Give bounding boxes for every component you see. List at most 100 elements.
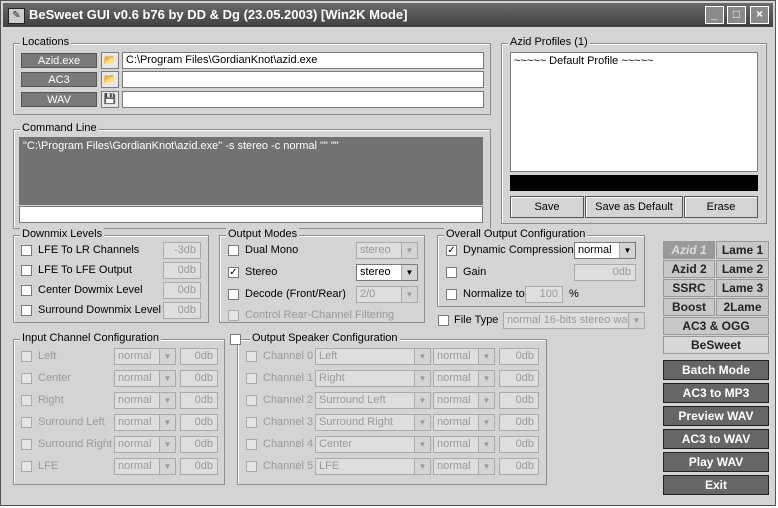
surround-downmix-checkbox[interactable] [21,305,32,316]
profiles-list[interactable]: ~~~~~ Default Profile ~~~~~ [510,52,758,172]
ac3-to-mp3-button[interactable]: AC3 to MP3 [663,383,769,403]
azid-exe-path[interactable]: C:\Program Files\GordianKnot\azid.exe [122,52,484,69]
input-channel-db-value[interactable]: 0db [180,436,218,453]
input-channel-db-value[interactable]: 0db [180,348,218,365]
batch-mode-button[interactable]: Batch Mode [663,360,769,380]
input-channel-checkbox[interactable] [21,439,32,450]
ac3-to-wav-button[interactable]: AC3 to WAV [663,429,769,449]
save-disk-icon[interactable]: 💾 [101,91,119,108]
close-button[interactable]: × [750,6,769,24]
normalize-checkbox[interactable] [446,289,457,300]
output-channel-checkbox[interactable] [246,351,257,362]
tab-lame-3[interactable]: Lame 3 [716,279,769,297]
output-mode-select[interactable]: normal ▼ [433,392,495,409]
output-channel-checkbox[interactable] [246,439,257,450]
output-db-value[interactable]: 0db [499,392,539,409]
tab-2lame[interactable]: 2Lame [716,298,769,316]
output-speaker-select[interactable]: Left ▼ [315,348,431,365]
stereo-checkbox[interactable]: ✓ [228,267,239,278]
output-mode-select[interactable]: normal ▼ [433,458,495,475]
dual-mono-select[interactable]: stereo ▼ [356,242,418,259]
tab-besweet[interactable]: BeSweet [663,336,769,354]
open-folder-icon[interactable]: 📂 [101,71,119,88]
output-mode-select[interactable]: normal ▼ [433,414,495,431]
gain-value[interactable]: 0db [574,264,636,281]
output-db-value[interactable]: 0db [499,370,539,387]
lfe-to-lr-checkbox[interactable] [21,245,32,256]
tab-azid-1[interactable]: Azid 1 [663,241,715,259]
input-channel-mode-select[interactable]: normal ▼ [114,392,176,409]
output-channel-checkbox[interactable] [246,417,257,428]
command-line-input[interactable] [19,206,483,223]
lfe-to-lfe-checkbox[interactable] [21,265,32,276]
input-channel-mode-select[interactable]: normal ▼ [114,458,176,475]
output-mode-select[interactable]: normal ▼ [433,370,495,387]
profile-name-field[interactable] [510,175,758,191]
tab-lame-2[interactable]: Lame 2 [716,260,769,278]
output-speaker-checkbox[interactable] [230,334,241,345]
input-channel-checkbox[interactable] [21,417,32,428]
output-db-value[interactable]: 0db [499,348,539,365]
file-type-select[interactable]: normal 16-bits stereo wav ▼ [503,312,645,329]
stereo-select[interactable]: stereo ▼ [356,264,418,281]
output-channel-checkbox[interactable] [246,461,257,472]
input-channel-mode-select[interactable]: normal ▼ [114,436,176,453]
output-db-value[interactable]: 0db [499,458,539,475]
tab-ssrc[interactable]: SSRC [663,279,715,297]
profile-item[interactable]: ~~~~~ Default Profile ~~~~~ [514,55,653,67]
tab-azid-2[interactable]: Azid 2 [663,260,715,278]
center-downmix-checkbox[interactable] [21,285,32,296]
input-channel-db-value[interactable]: 0db [180,370,218,387]
maximize-button[interactable]: □ [727,6,746,24]
normalize-value[interactable]: 100 [525,286,563,303]
dynamic-compression-checkbox[interactable]: ✓ [446,245,457,256]
output-speaker-select[interactable]: Surround Right ▼ [315,414,431,431]
input-channel-db-value[interactable]: 0db [180,458,218,475]
output-mode-select[interactable]: normal ▼ [433,436,495,453]
input-channel-mode-select[interactable]: normal ▼ [114,414,176,431]
gain-checkbox[interactable] [446,267,457,278]
preview-wav-button[interactable]: Preview WAV [663,406,769,426]
input-channel-mode-select[interactable]: normal ▼ [114,348,176,365]
title-bar[interactable]: ✎ BeSweet GUI v0.6 b76 by DD & Dg (23.05… [3,3,773,27]
output-db-value[interactable]: 0db [499,414,539,431]
dynamic-compression-select[interactable]: normal ▼ [574,242,636,259]
output-db-value[interactable]: 0db [499,436,539,453]
decode-select[interactable]: 2/0 ▼ [356,286,418,303]
output-speaker-select[interactable]: Right ▼ [315,370,431,387]
output-channel-checkbox[interactable] [246,395,257,406]
input-channel-db-value[interactable]: 0db [180,414,218,431]
lfe-to-lr-value[interactable]: -3db [163,242,201,259]
file-type-checkbox[interactable] [438,315,449,326]
output-speaker-value: Surround Left [319,394,386,406]
save-button[interactable]: Save [510,196,584,218]
output-mode-select[interactable]: normal ▼ [433,348,495,365]
surround-downmix-value[interactable]: 0db [163,302,201,319]
tab-boost[interactable]: Boost [663,298,715,316]
decode-checkbox[interactable] [228,289,239,300]
input-channel-checkbox[interactable] [21,373,32,384]
minimize-button[interactable]: _ [705,6,724,24]
lfe-to-lfe-value[interactable]: 0db [163,262,201,279]
output-speaker-select[interactable]: LFE ▼ [315,458,431,475]
exit-button[interactable]: Exit [663,475,769,495]
dual-mono-checkbox[interactable] [228,245,239,256]
output-speaker-select[interactable]: Surround Left ▼ [315,392,431,409]
wav-path[interactable] [122,91,484,108]
ac3-path[interactable] [122,71,484,88]
center-downmix-value[interactable]: 0db [163,282,201,299]
input-channel-checkbox[interactable] [21,395,32,406]
play-wav-button[interactable]: Play WAV [663,452,769,472]
output-channel-checkbox[interactable] [246,373,257,384]
erase-button[interactable]: Erase [684,196,758,218]
input-channel-checkbox[interactable] [21,351,32,362]
save-as-default-button[interactable]: Save as Default [585,196,683,218]
tab-lame-1[interactable]: Lame 1 [716,241,769,259]
tab-ac3-ogg[interactable]: AC3 & OGG [663,317,769,335]
input-channel-checkbox[interactable] [21,461,32,472]
output-speaker-select[interactable]: Center ▼ [315,436,431,453]
open-folder-icon[interactable]: 📂 [101,52,119,69]
input-channel-mode-select[interactable]: normal ▼ [114,370,176,387]
control-rear-checkbox[interactable] [228,310,239,321]
input-channel-db-value[interactable]: 0db [180,392,218,409]
